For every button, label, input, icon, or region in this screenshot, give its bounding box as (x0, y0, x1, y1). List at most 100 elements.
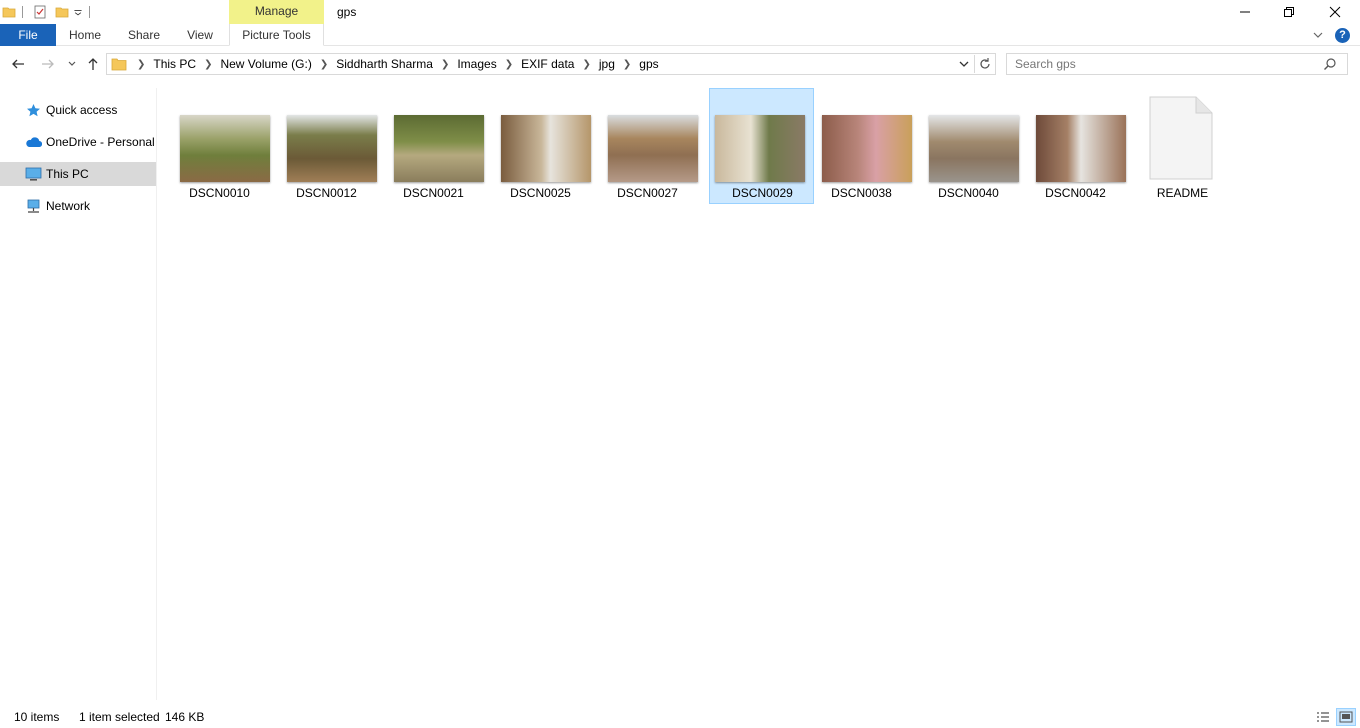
folder-icon (111, 58, 127, 71)
restore-button[interactable] (1266, 0, 1312, 24)
file-tile[interactable]: DSCN0038 (809, 88, 914, 204)
breadcrumb-item-jpg[interactable]: jpg (599, 57, 615, 71)
recent-locations-button[interactable] (62, 54, 82, 74)
properties-icon[interactable] (33, 5, 47, 19)
document-icon (1149, 96, 1213, 180)
details-view-button[interactable] (1313, 708, 1333, 726)
file-name: DSCN0029 (732, 186, 793, 200)
address-row: ❯ This PC ❯ New Volume (G:) ❯ Siddharth … (0, 52, 1360, 76)
address-history-chevron-icon[interactable] (954, 54, 974, 74)
file-name: DSCN0021 (403, 186, 464, 200)
details-view-icon (1317, 712, 1329, 722)
close-button[interactable] (1312, 0, 1358, 24)
file-tile[interactable]: DSCN0027 (595, 88, 700, 204)
manage-contextual-tab[interactable]: Manage (229, 0, 324, 24)
navigation-pane: Quick access OneDrive - Personal This PC… (0, 88, 157, 700)
window-title: gps (337, 5, 357, 19)
address-bar-controls (954, 54, 995, 74)
sidebar-item-label: Network (46, 199, 91, 213)
breadcrumb-item-images[interactable]: Images (457, 57, 496, 71)
expand-ribbon-chevron-icon[interactable] (1313, 30, 1323, 40)
file-tile[interactable]: DSCN0012 (274, 88, 379, 204)
search-input[interactable] (1007, 57, 1317, 71)
breadcrumb-item-gps[interactable]: gps (639, 57, 658, 71)
breadcrumb-chevron-icon[interactable]: ❯ (320, 59, 328, 70)
status-bar: 10 items 1 item selected 146 KB (0, 704, 1360, 728)
tab-picture-tools[interactable]: Picture Tools (229, 24, 324, 46)
up-button[interactable] (83, 54, 103, 74)
forward-button[interactable] (38, 54, 58, 74)
arrow-right-icon (42, 59, 54, 69)
image-thumbnail (287, 115, 377, 182)
help-icon[interactable]: ? (1335, 27, 1350, 43)
tab-home[interactable]: Home (60, 24, 110, 46)
refresh-icon[interactable] (975, 54, 995, 74)
breadcrumb-item-exif-data[interactable]: EXIF data (521, 57, 574, 71)
search-box[interactable] (1006, 53, 1348, 75)
ribbon-controls: ? (1313, 24, 1350, 46)
file-name: DSCN0038 (831, 186, 892, 200)
sidebar-item-label: This PC (46, 167, 89, 181)
toolbar-separator (22, 6, 23, 18)
file-tile[interactable]: DSCN0025 (488, 88, 593, 204)
breadcrumb: ❯ This PC ❯ New Volume (G:) ❯ Siddharth … (129, 57, 659, 71)
large-icons-view-button[interactable] (1336, 708, 1356, 726)
breadcrumb-chevron-icon[interactable]: ❯ (137, 59, 145, 70)
file-tile[interactable]: DSCN0040 (916, 88, 1021, 204)
breadcrumb-chevron-icon[interactable]: ❯ (204, 59, 212, 70)
new-folder-icon[interactable] (55, 5, 69, 19)
toolbar-separator (89, 6, 90, 18)
cloud-icon (24, 134, 42, 150)
tab-view[interactable]: View (176, 24, 224, 46)
minimize-button[interactable] (1222, 0, 1268, 24)
sidebar-item-onedrive[interactable]: OneDrive - Personal (0, 130, 156, 154)
tab-share[interactable]: Share (118, 24, 170, 46)
star-icon (24, 102, 42, 118)
network-icon (24, 198, 42, 214)
file-name: DSCN0010 (189, 186, 250, 200)
image-thumbnail (822, 115, 912, 182)
breadcrumb-chevron-icon[interactable]: ❯ (505, 59, 513, 70)
image-thumbnail (394, 115, 484, 182)
breadcrumb-chevron-icon[interactable]: ❯ (623, 59, 631, 70)
file-name: DSCN0012 (296, 186, 357, 200)
sidebar-item-quick-access[interactable]: Quick access (0, 98, 156, 122)
address-bar[interactable]: ❯ This PC ❯ New Volume (G:) ❯ Siddharth … (106, 53, 996, 75)
sidebar-item-network[interactable]: Network (0, 194, 156, 218)
file-tile[interactable]: README (1130, 88, 1235, 204)
item-count: 10 items (14, 710, 60, 724)
file-view: DSCN0010 DSCN0012 DSCN0021 DSCN0025 DSCN… (158, 80, 1360, 700)
image-thumbnail (929, 115, 1019, 182)
breadcrumb-chevron-icon[interactable]: ❯ (441, 59, 449, 70)
back-button[interactable] (8, 54, 28, 74)
minimize-icon (1240, 11, 1250, 13)
file-tile[interactable]: DSCN0010 (167, 88, 272, 204)
image-thumbnail (715, 115, 805, 182)
image-thumbnail (1036, 115, 1126, 182)
folder-icon (2, 7, 16, 18)
file-tile[interactable]: DSCN0042 (1023, 88, 1128, 204)
image-thumbnail (180, 115, 270, 182)
quick-access-toolbar (0, 0, 96, 24)
tab-file[interactable]: File (0, 24, 56, 46)
selection-count: 1 item selected (79, 710, 160, 724)
breadcrumb-item-new-volume[interactable]: New Volume (G:) (220, 57, 311, 71)
large-icons-view-icon (1339, 711, 1353, 723)
file-tile-selected[interactable]: DSCN0029 (709, 88, 814, 204)
breadcrumb-item-this-pc[interactable]: This PC (153, 57, 196, 71)
selection-size: 146 KB (165, 710, 205, 724)
ribbon-tabs: File Home Share View Picture Tools ? (0, 24, 1360, 46)
customize-toolbar-chevron-icon[interactable] (73, 5, 83, 19)
breadcrumb-chevron-icon[interactable]: ❯ (582, 59, 590, 70)
search-icon[interactable] (1323, 57, 1337, 71)
file-tile[interactable]: DSCN0021 (381, 88, 486, 204)
file-name: DSCN0042 (1045, 186, 1106, 200)
image-thumbnail (608, 115, 698, 182)
file-name: DSCN0025 (510, 186, 571, 200)
sidebar-item-this-pc[interactable]: This PC (0, 162, 156, 186)
close-icon (1329, 6, 1341, 18)
file-name: DSCN0040 (938, 186, 999, 200)
sidebar-item-label: OneDrive - Personal (46, 135, 155, 149)
breadcrumb-item-siddharth-sharma[interactable]: Siddharth Sharma (336, 57, 433, 71)
restore-icon (1284, 7, 1294, 17)
